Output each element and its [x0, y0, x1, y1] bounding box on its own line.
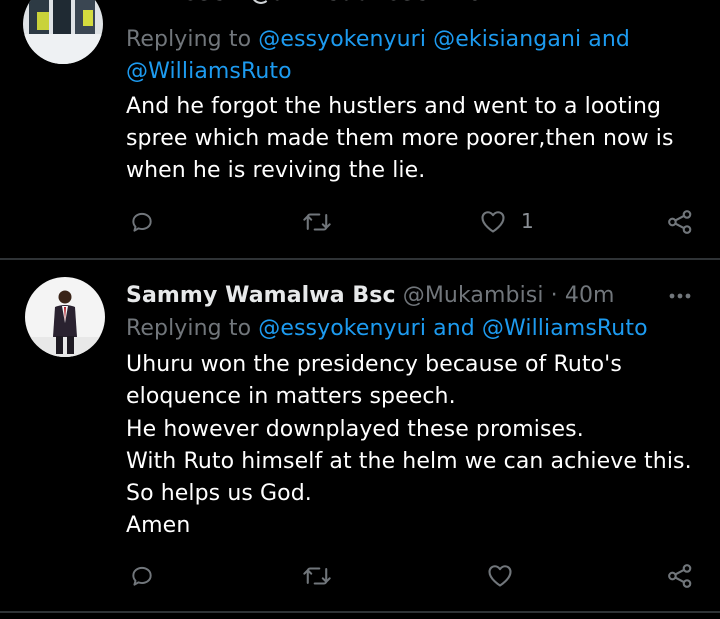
more-button[interactable] — [667, 286, 693, 310]
tweet-body-line: Amen — [126, 513, 191, 538]
like-button[interactable] — [486, 562, 528, 588]
share-icon — [668, 210, 692, 234]
share-icon — [668, 564, 692, 588]
separator: · — [550, 283, 558, 308]
replying-to-mention[interactable]: @WilliamsRuto — [126, 56, 292, 88]
retweet-icon — [303, 213, 331, 231]
display-name[interactable]: Sammy Wamalwa Bsc — [126, 283, 396, 308]
tweet-header: Sammy Wamalwa Bsc @Mukambisi · 40m — [126, 280, 615, 312]
retweet-button[interactable] — [302, 563, 332, 589]
tweet-body-line: spree which made them more poorer,then n… — [126, 126, 674, 151]
tweet-2[interactable]: Sammy Wamalwa Bsc @Mukambisi · 40m Reply… — [0, 260, 720, 610]
retweet-icon — [303, 567, 331, 585]
reply-button[interactable] — [129, 563, 155, 589]
tweet-body-line: eloquence in matters speech. — [126, 384, 456, 409]
tweet-body-line: He however downplayed these promises. — [126, 417, 584, 442]
reply-button[interactable] — [129, 209, 155, 235]
share-button[interactable] — [666, 562, 694, 590]
tweet-body-line: Uhuru won the presidency because of Ruto… — [126, 352, 622, 377]
tweet-body-line: And he forgot the hustlers and went to a… — [126, 94, 662, 119]
timestamp[interactable]: 40m — [565, 283, 615, 308]
reply-icon — [132, 566, 152, 586]
like-icon — [488, 565, 512, 587]
like-icon — [481, 211, 505, 233]
replying-prefix: Replying to — [126, 316, 252, 341]
reply-icon — [132, 212, 152, 232]
tweet-divider — [0, 611, 720, 613]
retweet-button[interactable] — [302, 209, 332, 235]
tweet-body-line: With Ruto himself at the helm we can ach… — [126, 449, 692, 474]
like-button[interactable]: 1 — [479, 208, 534, 234]
more-icon — [669, 293, 691, 299]
avatar[interactable] — [25, 277, 105, 357]
replying-to-line: Replying to @essyokenyuri @ekisiangani a… — [126, 24, 630, 56]
replying-prefix: Replying to — [126, 27, 252, 52]
tweet-body-line: So helps us God. — [126, 481, 312, 506]
replying-to-mentions[interactable]: @essyokenyuri @ekisiangani and — [258, 27, 630, 52]
tweet-header-partial[interactable]: Ali Kosen @alimedukosen · 9h — [126, 0, 500, 10]
share-button[interactable] — [666, 208, 694, 236]
avatar[interactable] — [23, 0, 103, 64]
handle[interactable]: @Mukambisi — [403, 283, 544, 308]
replying-to-mentions[interactable]: @essyokenyuri and @WilliamsRuto — [258, 316, 647, 341]
tweet-1[interactable]: Ali Kosen @alimedukosen · 9h Replying to… — [0, 0, 720, 258]
tweet-body-line: when he is reviving the lie. — [126, 158, 426, 183]
like-count: 1 — [521, 209, 534, 233]
replying-to-line: Replying to @essyokenyuri and @WilliamsR… — [126, 313, 648, 345]
